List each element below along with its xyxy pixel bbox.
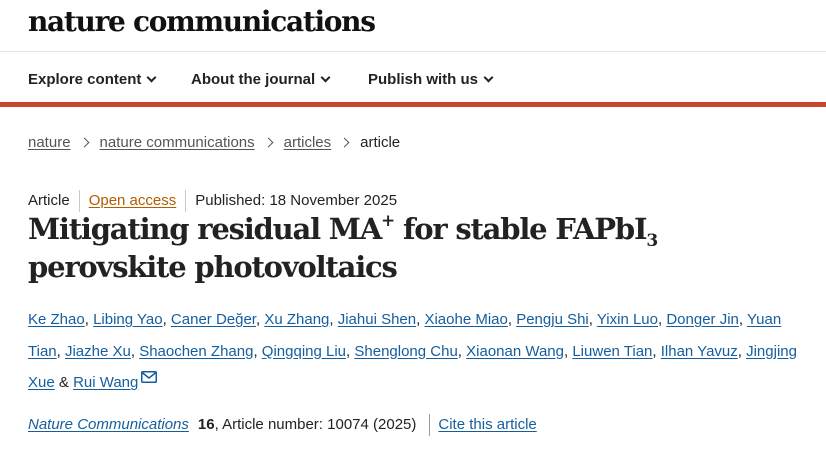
article-type: Article [28, 192, 70, 209]
cite-this-article-link[interactable]: Cite this article [438, 416, 536, 434]
author-link[interactable]: Liuwen Tian [572, 343, 652, 360]
title-superscript: + [381, 211, 395, 232]
journal-logo[interactable]: nature communications [28, 4, 376, 40]
title-subscript: 3 [646, 230, 658, 251]
nav-about-journal[interactable]: About the journal [191, 71, 331, 89]
chevron-down-icon [483, 72, 494, 83]
author-link[interactable]: Jiazhe Xu [65, 343, 131, 360]
article-number: , Article number: 10074 (2025) [214, 416, 417, 433]
divider [78, 190, 80, 212]
open-access-link[interactable]: Open access [89, 192, 177, 210]
chevron-right-icon [339, 137, 350, 148]
volume-number: 16 [197, 416, 215, 433]
author-link[interactable]: Yixin Luo [597, 311, 658, 328]
author-link[interactable]: Donger Jin [666, 311, 739, 328]
journal-name-link[interactable]: Nature Communications [28, 416, 189, 434]
author-link[interactable]: Rui Wang [73, 374, 138, 391]
title-text: for stable FAPbI [394, 212, 648, 246]
nav-publish-with-us[interactable]: Publish with us [368, 71, 494, 89]
nav-item-label: Explore content [28, 71, 142, 88]
author-link[interactable]: Xiaohe Miao [424, 311, 507, 328]
citation-line: Nature Communications 16, Article number… [28, 414, 537, 436]
article-title: Mitigating residual MA+ for stable FAPbI… [28, 210, 808, 286]
envelope-icon[interactable] [141, 363, 158, 395]
nav-item-label: About the journal [191, 71, 316, 88]
title-text: perovskite photovoltaics [28, 250, 398, 284]
breadcrumb-link-nature-communications[interactable]: nature communications [100, 134, 255, 151]
main-nav: Explore content About the journal Publis… [0, 53, 826, 107]
chevron-right-icon [79, 137, 89, 148]
author-list: Ke Zhao, Libing Yao, Caner Değer, Xu Zha… [28, 304, 798, 399]
chevron-right-icon [263, 137, 274, 148]
chevron-down-icon [146, 72, 157, 83]
author-link[interactable]: Xu Zhang [264, 311, 329, 328]
author-link[interactable]: Qingqing Liu [262, 343, 346, 360]
author-link[interactable]: Shaochen Zhang [139, 343, 253, 360]
author-conjunction: & [58, 374, 69, 391]
author-link[interactable]: Jiahui Shen [338, 311, 416, 328]
author-link[interactable]: Ke Zhao [28, 311, 85, 328]
author-link[interactable]: Ilhan Yavuz [661, 343, 738, 360]
nav-explore-content[interactable]: Explore content [28, 71, 157, 89]
author-link[interactable]: Xiaonan Wang [466, 343, 564, 360]
title-text: Mitigating residual MA [28, 212, 382, 246]
published-date: Published: 18 November 2025 [195, 192, 398, 209]
author-link[interactable]: Pengju Shi [516, 311, 589, 328]
author-link[interactable]: Libing Yao [93, 311, 163, 328]
article-meta: Article Open access Published: 18 Novemb… [28, 190, 397, 212]
author-link[interactable]: Shenglong Chu [354, 343, 457, 360]
divider [185, 190, 187, 212]
author-link[interactable]: Caner Değer [171, 311, 256, 328]
breadcrumb: nature nature communications articles artic… [28, 134, 400, 152]
nav-item-label: Publish with us [368, 71, 479, 88]
site-header: nature communications [0, 0, 826, 52]
breadcrumb-link-nature[interactable]: nature [28, 134, 71, 151]
breadcrumb-link-articles[interactable]: articles [284, 134, 332, 151]
divider [429, 414, 431, 436]
chevron-down-icon [320, 72, 331, 83]
breadcrumb-current: article [360, 134, 401, 151]
